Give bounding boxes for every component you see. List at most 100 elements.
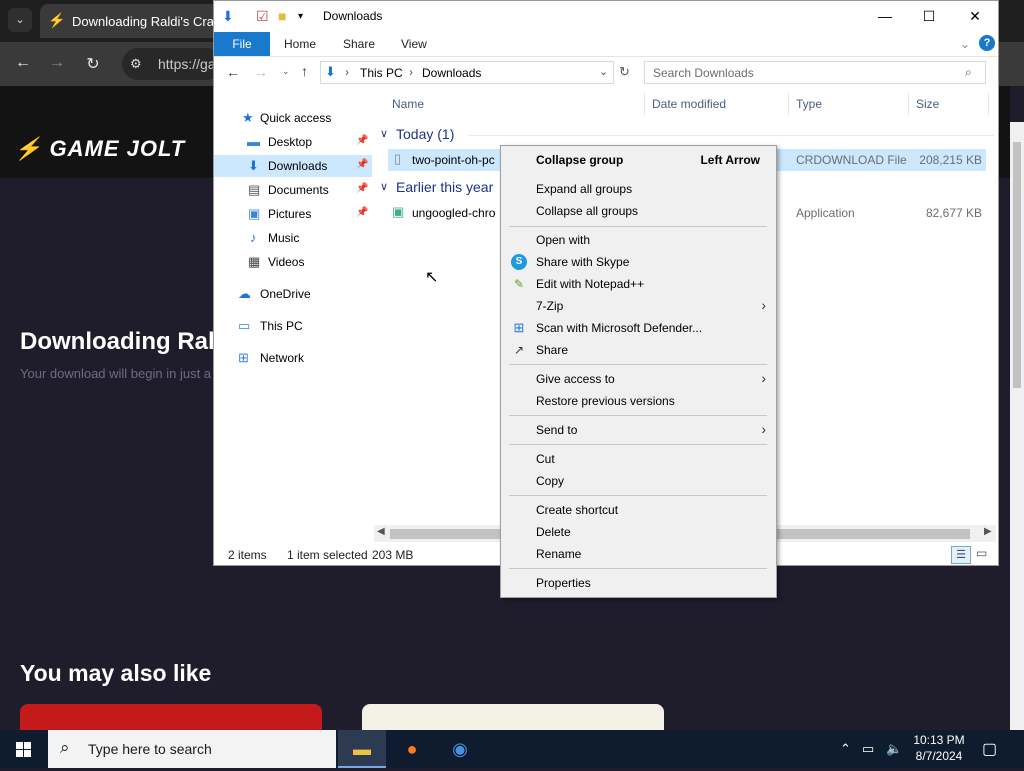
column-header-size[interactable]: Size xyxy=(916,97,939,111)
menu-item-send-to[interactable]: Send to › xyxy=(503,419,774,441)
breadcrumb-this-pc[interactable]: This PC xyxy=(360,66,403,80)
tab-list-button[interactable]: ⌄ xyxy=(8,8,32,32)
menu-item-expand-all[interactable]: Expand all groups xyxy=(503,178,774,200)
page-scrollbar[interactable] xyxy=(1010,122,1024,730)
column-header-name[interactable]: Name xyxy=(392,97,424,111)
menu-separator xyxy=(509,226,767,227)
nav-item-desktop[interactable]: ▬ Desktop 📌 xyxy=(214,131,372,153)
nav-item-label: Desktop xyxy=(268,135,313,149)
nav-item-documents[interactable]: ▤ Documents 📌 xyxy=(214,179,372,201)
url-text: https://ga xyxy=(158,56,216,72)
nav-item-network[interactable]: ⊞ Network xyxy=(214,347,372,369)
gamejolt-logo[interactable]: ⚡ GAME JOLT xyxy=(14,136,185,162)
menu-item-create-shortcut[interactable]: Create shortcut xyxy=(503,499,774,521)
nav-item-label: Videos xyxy=(268,255,305,269)
menu-item-copy[interactable]: Copy xyxy=(503,470,774,492)
qat-dropdown-icon[interactable]: ▾ xyxy=(298,11,303,22)
scrollbar-thumb[interactable] xyxy=(1013,142,1021,388)
tray-overflow-icon[interactable]: ⌃ xyxy=(840,741,851,757)
column-header-date[interactable]: Date modified xyxy=(652,97,726,111)
network-status-icon[interactable]: ▭ xyxy=(862,741,874,757)
scroll-left-icon[interactable]: ◀ xyxy=(377,526,385,537)
nav-item-pictures[interactable]: ▣ Pictures 📌 xyxy=(214,203,372,225)
menu-item-7zip[interactable]: 7-Zip › xyxy=(503,295,774,317)
menu-item-collapse-all[interactable]: Collapse all groups xyxy=(503,200,774,222)
taskbar-firefox[interactable]: ● xyxy=(388,730,436,768)
nav-item-music[interactable]: ♪ Music xyxy=(214,227,372,249)
menu-item-share[interactable]: ↗ Share xyxy=(503,339,774,361)
search-input[interactable]: Search Downloads ⌕ xyxy=(644,61,986,84)
address-dropdown-icon[interactable]: ⌄ xyxy=(599,65,608,78)
column-divider[interactable] xyxy=(644,93,645,115)
menu-item-delete[interactable]: Delete xyxy=(503,521,774,543)
back-icon[interactable]: ← xyxy=(226,64,240,80)
maximize-icon[interactable]: ☐ xyxy=(906,1,952,32)
menu-item-cut[interactable]: Cut xyxy=(503,448,774,470)
menu-item-rename[interactable]: Rename xyxy=(503,543,774,565)
close-icon[interactable]: ✕ xyxy=(952,1,998,32)
nav-item-this-pc[interactable]: ▭ This PC xyxy=(214,315,372,337)
group-header-earlier[interactable]: Earlier this year xyxy=(396,179,493,195)
menu-item-give-access[interactable]: Give access to › xyxy=(503,368,774,390)
recent-dropdown-icon[interactable]: ⌄ xyxy=(282,66,290,77)
taskbar-file-explorer[interactable]: ▬ xyxy=(338,730,386,768)
nav-item-downloads[interactable]: ⬇ Downloads 📌 xyxy=(214,155,372,177)
menu-item-properties[interactable]: Properties xyxy=(503,572,774,594)
new-folder-icon[interactable]: ■ xyxy=(278,8,286,24)
forward-icon[interactable]: → xyxy=(46,54,68,72)
ribbon: File Home Share View ⌄ ? xyxy=(214,32,998,57)
column-divider[interactable] xyxy=(788,93,789,115)
status-item-count: 2 items xyxy=(228,548,267,562)
group-header-today[interactable]: Today (1) xyxy=(396,126,454,142)
taskbar-chrome[interactable]: ◉ xyxy=(436,730,484,768)
submenu-arrow-icon: › xyxy=(761,297,766,313)
refresh-icon[interactable]: ↻ xyxy=(619,64,630,80)
start-button[interactable] xyxy=(0,730,48,768)
notification-icon[interactable]: ▢ xyxy=(982,739,997,759)
column-divider[interactable] xyxy=(988,93,989,115)
group-collapse-icon[interactable]: ∨ xyxy=(380,180,388,193)
reload-icon[interactable]: ↻ xyxy=(82,54,104,74)
nav-item-label: Music xyxy=(268,231,300,245)
menu-item-share-skype[interactable]: S Share with Skype xyxy=(503,251,774,273)
submenu-arrow-icon: › xyxy=(761,421,766,437)
firefox-icon: ● xyxy=(406,739,418,759)
ribbon-tab-home[interactable]: Home xyxy=(284,37,316,51)
nav-item-quick-access[interactable]: ★ Quick access xyxy=(214,107,372,129)
breadcrumb[interactable]: ⬇ › This PC › Downloads ⌄ xyxy=(320,61,614,84)
game-card[interactable] xyxy=(362,704,664,730)
game-card[interactable] xyxy=(20,704,322,730)
menu-item-scan-defender[interactable]: ⊞ Scan with Microsoft Defender... xyxy=(503,317,774,339)
large-icons-view-icon[interactable]: ▭ xyxy=(976,546,987,560)
clock-date: 8/7/2024 xyxy=(915,749,963,763)
minimize-icon[interactable]: — xyxy=(862,1,908,32)
details-view-icon[interactable]: ☰ xyxy=(951,546,971,564)
site-info-icon[interactable]: ⚙ xyxy=(130,56,142,72)
help-icon[interactable]: ? xyxy=(979,35,995,51)
ribbon-expand-icon[interactable]: ⌄ xyxy=(960,37,970,51)
column-header-type[interactable]: Type xyxy=(796,97,822,111)
nav-item-onedrive[interactable]: ☁ OneDrive xyxy=(214,283,372,305)
menu-item-open-with[interactable]: Open with xyxy=(503,229,774,251)
search-icon: ⌕ xyxy=(965,65,972,79)
up-icon[interactable]: ↑ xyxy=(301,63,308,79)
ribbon-tab-file[interactable]: File xyxy=(214,32,270,56)
clock[interactable]: 10:13 PM 8/7/2024 xyxy=(904,732,974,764)
ribbon-tab-view[interactable]: View xyxy=(401,37,427,51)
taskbar-search-box[interactable]: ⌕ Type here to search xyxy=(48,730,336,768)
address-bar[interactable]: ⚙ https://ga xyxy=(122,48,222,80)
menu-item-edit-notepad[interactable]: ✎ Edit with Notepad++ xyxy=(503,273,774,295)
column-divider[interactable] xyxy=(908,93,909,115)
menu-item-restore-versions[interactable]: Restore previous versions xyxy=(503,390,774,412)
ribbon-tab-share[interactable]: Share xyxy=(343,37,375,51)
group-collapse-icon[interactable]: ∨ xyxy=(380,127,388,140)
back-icon[interactable]: ← xyxy=(12,54,34,72)
forward-icon[interactable]: → xyxy=(254,64,268,80)
properties-icon[interactable]: ☑ xyxy=(256,8,269,25)
breadcrumb-downloads[interactable]: Downloads xyxy=(422,66,481,80)
nav-item-videos[interactable]: ▦ Videos xyxy=(214,251,372,273)
menu-item-collapse-group[interactable]: Collapse group Left Arrow xyxy=(503,149,774,171)
scroll-right-icon[interactable]: ▶ xyxy=(984,526,992,537)
volume-muted-icon[interactable]: 🔈 xyxy=(886,741,902,757)
browser-tab[interactable]: ⚡ Downloading Raldi's Crac xyxy=(40,4,240,38)
